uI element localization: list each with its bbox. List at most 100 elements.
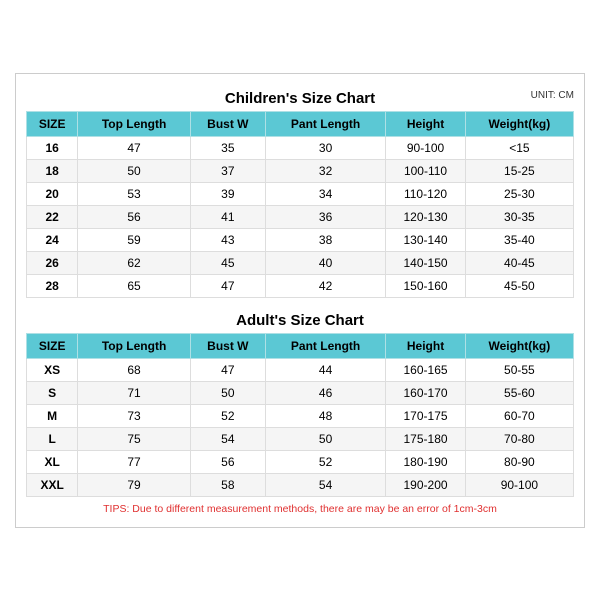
unit-label: UNIT: CM (531, 90, 574, 101)
table-cell: 37 (190, 159, 265, 182)
table-row: 28654742150-16045-50 (27, 274, 574, 297)
table-cell: 15-25 (465, 159, 573, 182)
table-row: XL775652180-19080-90 (27, 450, 574, 473)
table-cell: 70-80 (465, 427, 573, 450)
table-row: 24594338130-14035-40 (27, 228, 574, 251)
table-row: L755450175-18070-80 (27, 427, 574, 450)
table-cell: 110-120 (386, 182, 465, 205)
table-cell: 52 (190, 404, 265, 427)
table-cell: 18 (27, 159, 78, 182)
table-cell: 90-100 (465, 473, 573, 496)
adult-tbody: XS684744160-16550-55S715046160-17055-60M… (27, 358, 574, 496)
table-cell: 77 (78, 450, 191, 473)
table-cell: 41 (190, 205, 265, 228)
table-cell: 59 (78, 228, 191, 251)
table-row: XS684744160-16550-55 (27, 358, 574, 381)
table-row: 1647353090-100<15 (27, 136, 574, 159)
table-cell: 43 (190, 228, 265, 251)
children-col-size: SIZE (27, 111, 78, 136)
table-cell: 45 (190, 251, 265, 274)
table-cell: 68 (78, 358, 191, 381)
table-cell: 120-130 (386, 205, 465, 228)
table-cell: 22 (27, 205, 78, 228)
adult-title-text: Adult's Size Chart (236, 312, 364, 329)
table-cell: 30-35 (465, 205, 573, 228)
adult-col-height: Height (386, 333, 465, 358)
table-row: 18503732100-11015-25 (27, 159, 574, 182)
table-cell: 47 (190, 358, 265, 381)
table-cell: 160-165 (386, 358, 465, 381)
adult-col-pant: Pant Length (265, 333, 385, 358)
table-cell: 50 (190, 381, 265, 404)
adult-header-row: SIZE Top Length Bust W Pant Length Heigh… (27, 333, 574, 358)
table-cell: 73 (78, 404, 191, 427)
table-cell: 35-40 (465, 228, 573, 251)
adult-col-bust: Bust W (190, 333, 265, 358)
table-cell: 20 (27, 182, 78, 205)
table-cell: 60-70 (465, 404, 573, 427)
table-cell: 53 (78, 182, 191, 205)
children-col-top: Top Length (78, 111, 191, 136)
table-cell: 25-30 (465, 182, 573, 205)
table-cell: 80-90 (465, 450, 573, 473)
table-cell: 50 (265, 427, 385, 450)
table-cell: L (27, 427, 78, 450)
table-cell: 24 (27, 228, 78, 251)
adult-col-weight: Weight(kg) (465, 333, 573, 358)
children-header-row: SIZE Top Length Bust W Pant Length Heigh… (27, 111, 574, 136)
table-cell: XS (27, 358, 78, 381)
table-cell: 130-140 (386, 228, 465, 251)
children-col-bust: Bust W (190, 111, 265, 136)
table-cell: 100-110 (386, 159, 465, 182)
adult-col-top: Top Length (78, 333, 191, 358)
table-row: M735248170-17560-70 (27, 404, 574, 427)
table-cell: 28 (27, 274, 78, 297)
table-cell: 36 (265, 205, 385, 228)
table-cell: 62 (78, 251, 191, 274)
table-cell: S (27, 381, 78, 404)
table-cell: 34 (265, 182, 385, 205)
table-cell: XL (27, 450, 78, 473)
table-cell: 71 (78, 381, 191, 404)
table-cell: 50 (78, 159, 191, 182)
table-row: S715046160-17055-60 (27, 381, 574, 404)
children-col-height: Height (386, 111, 465, 136)
table-cell: 65 (78, 274, 191, 297)
table-cell: 30 (265, 136, 385, 159)
table-cell: 16 (27, 136, 78, 159)
table-cell: 79 (78, 473, 191, 496)
table-cell: 55-60 (465, 381, 573, 404)
table-cell: 160-170 (386, 381, 465, 404)
table-cell: XXL (27, 473, 78, 496)
table-cell: 44 (265, 358, 385, 381)
adult-col-size: SIZE (27, 333, 78, 358)
table-cell: 54 (190, 427, 265, 450)
table-cell: 40-45 (465, 251, 573, 274)
table-cell: 35 (190, 136, 265, 159)
chart-container: Children's Size Chart UNIT: CM SIZE Top … (15, 73, 585, 528)
table-cell: 48 (265, 404, 385, 427)
table-cell: 45-50 (465, 274, 573, 297)
table-cell: 50-55 (465, 358, 573, 381)
table-cell: 56 (78, 205, 191, 228)
table-cell: 140-150 (386, 251, 465, 274)
table-cell: 170-175 (386, 404, 465, 427)
adult-title: Adult's Size Chart (26, 306, 574, 333)
table-cell: <15 (465, 136, 573, 159)
table-row: XXL795854190-20090-100 (27, 473, 574, 496)
table-row: 20533934110-12025-30 (27, 182, 574, 205)
children-table: SIZE Top Length Bust W Pant Length Heigh… (26, 111, 574, 298)
children-title: Children's Size Chart UNIT: CM (26, 84, 574, 111)
table-cell: 47 (190, 274, 265, 297)
table-cell: 56 (190, 450, 265, 473)
children-title-text: Children's Size Chart (225, 90, 375, 107)
children-col-pant: Pant Length (265, 111, 385, 136)
table-cell: 90-100 (386, 136, 465, 159)
table-cell: 26 (27, 251, 78, 274)
table-cell: 54 (265, 473, 385, 496)
tips-text: TIPS: Due to different measurement metho… (26, 497, 574, 517)
table-cell: M (27, 404, 78, 427)
table-cell: 40 (265, 251, 385, 274)
table-cell: 150-160 (386, 274, 465, 297)
table-cell: 42 (265, 274, 385, 297)
